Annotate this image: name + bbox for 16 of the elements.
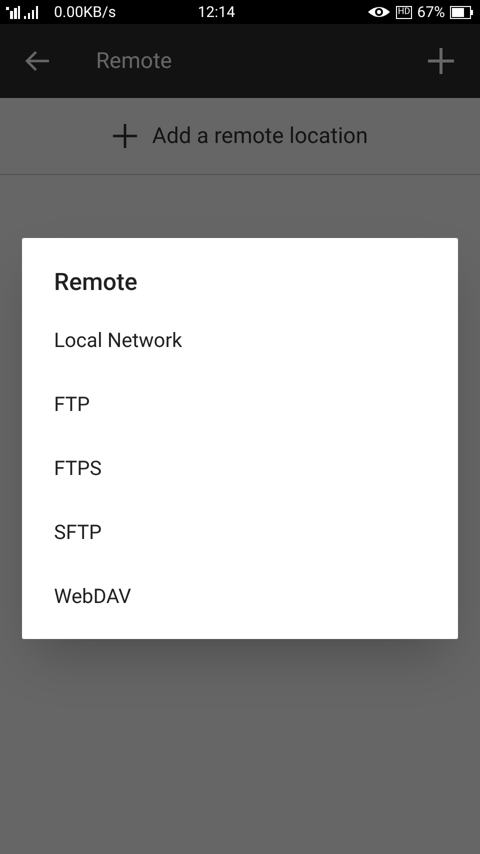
menu-item[interactable]: FTP (22, 372, 458, 436)
hd-badge: HD (396, 6, 412, 18)
plus-icon (112, 123, 138, 149)
add-icon[interactable] (426, 46, 456, 76)
network-speed: 0.00KB/s (54, 2, 116, 23)
dialog-title: Remote (53, 267, 138, 298)
menu-item[interactable]: SFTP (22, 500, 458, 564)
back-arrow-icon[interactable] (24, 50, 50, 72)
battery-percent: 67% (417, 2, 445, 23)
battery-icon (450, 6, 474, 18)
menu-item[interactable]: Local Network (22, 308, 458, 372)
clock: 12:14 (198, 2, 236, 23)
eye-icon (366, 5, 391, 19)
toolbar-title: Remote (96, 48, 172, 76)
menu-item[interactable]: FTPS (22, 436, 458, 500)
menu-item[interactable]: WebDAV (22, 564, 458, 628)
